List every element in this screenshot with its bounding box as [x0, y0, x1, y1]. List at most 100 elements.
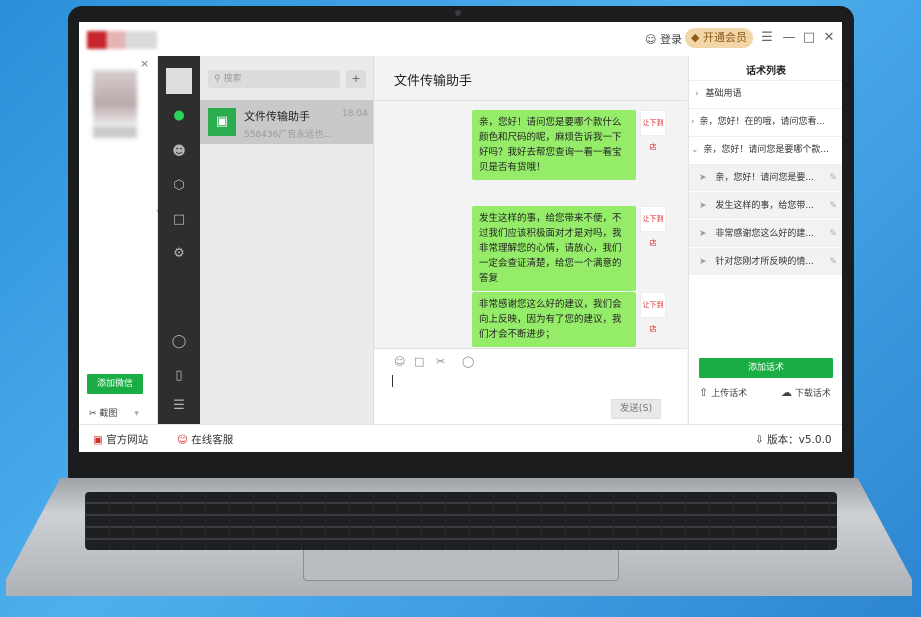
chat-history-icon[interactable]: ◯ [462, 355, 474, 368]
add-wechat-button[interactable]: 添加微信 [87, 374, 143, 394]
send-icon: ➤ [699, 257, 707, 267]
sender-avatar[interactable]: 让下到店 [640, 292, 666, 333]
monitor-icon: ▣ [93, 434, 103, 446]
message-bubble[interactable]: 非常感谢您这么好的建议，我们会向上反映，因为有了您的建议，我们才会不断进步； [472, 292, 636, 347]
account-name [93, 126, 137, 138]
moments-icon[interactable]: ◯ [158, 334, 200, 349]
minimize-icon[interactable]: — [781, 30, 797, 45]
wechat-nav: ● ☻ ⬡ □ ⚙ ◯ ▯ ☰ [158, 56, 200, 424]
wechat-avatar[interactable] [166, 68, 192, 94]
scissors-icon: ✂ [89, 409, 97, 419]
send-icon: ➤ [699, 201, 707, 211]
script-group-label: 亲，您好！请问您是要哪个款... [703, 145, 830, 155]
message-input-area[interactable]: ☺ □ ✂ ◯ 发送(S) [374, 348, 687, 425]
send-icon: ➤ [699, 173, 707, 183]
session-name: 文件传输助手 [244, 110, 310, 123]
scissors-icon[interactable]: ✂ [436, 355, 445, 368]
sender-avatar[interactable]: 让下到店 [640, 206, 666, 247]
download-script-button[interactable]: ☁ 下载话术 [781, 386, 831, 399]
folder-icon[interactable]: □ [158, 212, 200, 227]
plus-icon[interactable]: + [346, 70, 366, 88]
send-icon: ➤ [699, 229, 707, 239]
app-logo [87, 31, 157, 49]
search-icon: ⚲ [214, 74, 221, 84]
vip-button[interactable]: ◆ 开通会员 [685, 28, 753, 48]
script-group-label: 基础用语 [705, 89, 742, 99]
session-time: 18:04 [342, 109, 368, 119]
upload-icon: ⇧ [699, 386, 709, 399]
cloud-download-icon: ☁ [781, 386, 792, 399]
script-group[interactable]: ⌄ 亲，您好！请问您是要哪个款... [689, 136, 842, 163]
footer-bar: ▣ 官方网站 ☺ 在线客服 ⇩ 版本：v5.0.0 [79, 424, 842, 452]
script-item[interactable]: ➤ 亲，您好！请问您是要... ✎ [689, 164, 842, 191]
screenshot-label: 截图 [99, 409, 118, 419]
download-label: 下载话术 [794, 389, 831, 399]
download-icon: ⇩ [755, 434, 764, 446]
message-bubble[interactable]: 发生这样的事，给您带来不便，不过我们应该积极面对才是对吗，我非常理解您的心情，请… [472, 206, 636, 291]
account-close-icon[interactable]: × [140, 57, 149, 70]
version-info: ⇩ 版本：v5.0.0 [755, 432, 832, 447]
menu-icon[interactable]: ☰ [759, 30, 775, 45]
edit-icon[interactable]: ✎ [829, 221, 837, 247]
maximize-icon[interactable]: □ [801, 30, 817, 45]
phone-icon[interactable]: ▯ [158, 368, 200, 383]
chevron-right-icon: › [695, 89, 699, 99]
session-preview: 558436广告永远也... [244, 130, 332, 140]
text-cursor [392, 375, 393, 387]
script-item-label: 亲，您好！请问您是要... [715, 173, 815, 183]
title-bar: ☺ 登录 ◆ 开通会员 ☰ — □ ✕ [79, 22, 842, 57]
close-icon[interactable]: ✕ [821, 30, 837, 45]
favorites-icon[interactable]: ⬡ [158, 178, 200, 193]
user-icon: ☺ [645, 33, 657, 46]
search-input[interactable]: ⚲ 搜索 [208, 70, 340, 88]
version-label: 版本：v5.0.0 [767, 434, 832, 446]
add-script-button[interactable]: 添加话术 [699, 358, 833, 378]
sender-avatar[interactable]: 让下到店 [640, 110, 666, 151]
more-menu-icon[interactable]: ☰ [158, 398, 200, 413]
account-avatar [93, 70, 137, 126]
login-label: 登录 [659, 33, 682, 46]
script-item[interactable]: ➤ 非常感谢您这么好的建... ✎ [689, 220, 842, 247]
upload-script-button[interactable]: ⇧ 上传话术 [699, 386, 747, 399]
chevron-down-icon: ▾ [134, 409, 139, 419]
script-item-label: 发生这样的事，给您带... [715, 201, 815, 211]
chevron-right-icon: › [691, 117, 695, 127]
keyboard [85, 492, 837, 550]
upload-label: 上传话术 [711, 389, 748, 399]
session-item[interactable]: ▣ 文件传输助手 18:04 558436广告永远也... [200, 100, 373, 144]
script-item-label: 针对您刚才所反映的情... [715, 257, 815, 267]
screenshot-button[interactable]: ✂ 截图 ▾ [89, 406, 139, 419]
account-panel: × ‹ 添加微信 ✂ 截图 ▾ [79, 56, 159, 424]
official-site-label: 官方网站 [106, 434, 149, 446]
edit-icon[interactable]: ✎ [829, 193, 837, 219]
message-bubble[interactable]: 亲，您好！请问您是要哪个款什么颜色和尺码的呢，麻烦告诉我一下好吗？我好去帮您查询… [472, 110, 636, 180]
emoji-icon[interactable]: ☺ [394, 355, 405, 368]
chat-icon[interactable]: ● [158, 108, 200, 123]
edit-icon[interactable]: ✎ [829, 165, 837, 191]
app-window: ☺ 登录 ◆ 开通会员 ☰ — □ ✕ × ‹ 添加微信 ✂ 截图 ▾ ● ☻ … [79, 22, 842, 452]
online-service-link[interactable]: ☺ 在线客服 [177, 432, 233, 447]
script-panel: 话术列表 › 基础用语 › 亲，您好！在的哦，请问您看... ⌄ 亲，您好！请问… [688, 56, 842, 424]
folder-transfer-icon: ▣ [208, 108, 236, 136]
official-site-link[interactable]: ▣ 官方网站 [93, 432, 148, 447]
webcam [455, 10, 461, 16]
service-icon: ☺ [177, 434, 188, 446]
file-icon[interactable]: □ [414, 355, 424, 368]
contacts-icon[interactable]: ☻ [158, 144, 200, 159]
settings-icon[interactable]: ⚙ [158, 246, 200, 261]
chat-panel: 文件传输助手 亲，您好！请问您是要哪个款什么颜色和尺码的呢，麻烦告诉我一下好吗？… [374, 56, 687, 425]
edit-icon[interactable]: ✎ [829, 249, 837, 275]
chat-title: 文件传输助手 [394, 74, 473, 89]
chevron-down-icon: ⌄ [691, 145, 699, 155]
trackpad [303, 550, 619, 581]
login-link[interactable]: ☺ 登录 [645, 31, 682, 47]
script-item-label: 非常感谢您这么好的建... [715, 229, 815, 239]
send-button[interactable]: 发送(S) [611, 399, 661, 419]
session-list: ⚲ 搜索 + ▣ 文件传输助手 18:04 558436广告永远也... [200, 56, 374, 424]
script-group[interactable]: › 亲，您好！在的哦，请问您看... [689, 108, 842, 135]
vip-label: 开通会员 [702, 31, 747, 44]
script-item[interactable]: ➤ 针对您刚才所反映的情... ✎ [689, 248, 842, 275]
script-group[interactable]: › 基础用语 [689, 80, 842, 107]
script-item[interactable]: ➤ 发生这样的事，给您带... ✎ [689, 192, 842, 219]
online-service-label: 在线客服 [191, 434, 234, 446]
